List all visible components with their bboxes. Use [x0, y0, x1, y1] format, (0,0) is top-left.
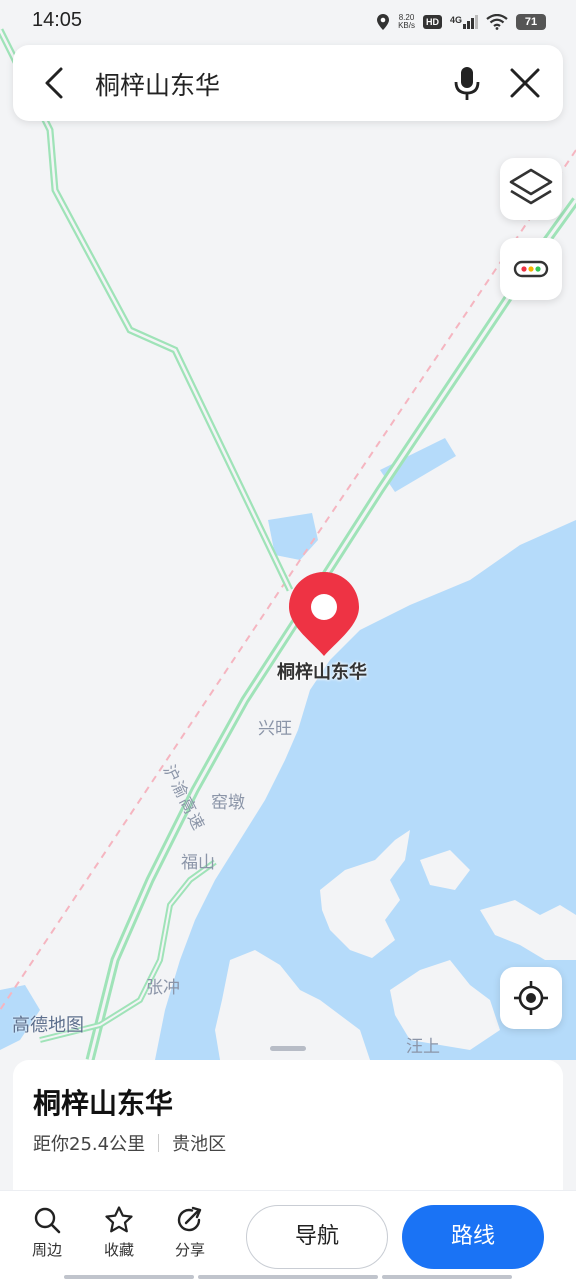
status-bar: 14:05 8.20 KB/s HD 4G 71	[0, 0, 576, 44]
close-icon	[510, 68, 540, 98]
favorite-label: 收藏	[103, 1241, 134, 1259]
place-label: 窑墩	[211, 793, 245, 813]
favorite-button[interactable]: 收藏	[89, 1205, 149, 1260]
star-icon	[105, 1206, 133, 1233]
network-speed: 8.20 KB/s	[398, 13, 415, 30]
search-bar: 桐梓山东华	[13, 45, 563, 121]
navigate-button[interactable]: 导航	[246, 1205, 388, 1269]
crosshair-icon	[514, 981, 548, 1015]
nearby-label: 周边	[31, 1241, 62, 1259]
place-info-sheet[interactable]: 桐梓山东华 距你25.4公里 贵池区	[13, 1060, 563, 1200]
pin-label[interactable]: 桐梓山东华	[277, 658, 367, 684]
nearby-button[interactable]: 周边	[17, 1205, 77, 1260]
signal-icon: 4G	[450, 15, 478, 29]
microphone-icon	[454, 67, 480, 100]
wifi-icon	[486, 14, 508, 30]
place-label: 张冲	[146, 978, 180, 998]
location-icon	[377, 14, 390, 30]
search-input[interactable]: 桐梓山东华	[95, 66, 220, 102]
place-district: 贵池区	[172, 1134, 227, 1155]
status-icons: 8.20 KB/s HD 4G 71	[376, 10, 546, 34]
map-watermark: 高德地图	[12, 1015, 84, 1036]
voice-search-button[interactable]	[447, 63, 487, 103]
traffic-button[interactable]	[500, 238, 562, 300]
place-label: 兴旺	[258, 719, 292, 739]
back-button[interactable]	[35, 63, 75, 103]
place-label: 福山	[181, 853, 215, 873]
my-location-button[interactable]	[500, 967, 562, 1029]
sheet-drag-handle[interactable]	[270, 1046, 306, 1051]
status-time: 14:05	[32, 9, 83, 31]
battery-icon: 71	[516, 14, 546, 30]
meta-divider	[158, 1134, 160, 1152]
place-name: 桐梓山东华	[33, 1087, 174, 1120]
traffic-light-icon	[513, 260, 549, 278]
gesture-bar	[198, 1275, 378, 1279]
share-label: 分享	[174, 1241, 205, 1259]
place-meta: 距你25.4公里 贵池区	[33, 1130, 226, 1156]
layers-icon	[509, 168, 553, 205]
place-label: 汪上	[406, 1037, 440, 1057]
chevron-left-icon	[45, 67, 63, 99]
hd-icon: HD	[422, 15, 442, 29]
clear-search-button[interactable]	[505, 63, 545, 103]
search-icon	[34, 1207, 61, 1234]
gesture-bar	[64, 1275, 194, 1279]
place-distance: 距你25.4公里	[33, 1134, 146, 1155]
map-layers-button[interactable]	[500, 158, 562, 220]
share-button[interactable]: 分享	[160, 1205, 220, 1260]
gesture-bar	[382, 1275, 512, 1279]
action-bar: 周边 收藏 分享 导航 路线	[0, 1190, 576, 1280]
route-button[interactable]: 路线	[402, 1205, 544, 1269]
share-icon	[177, 1206, 202, 1232]
